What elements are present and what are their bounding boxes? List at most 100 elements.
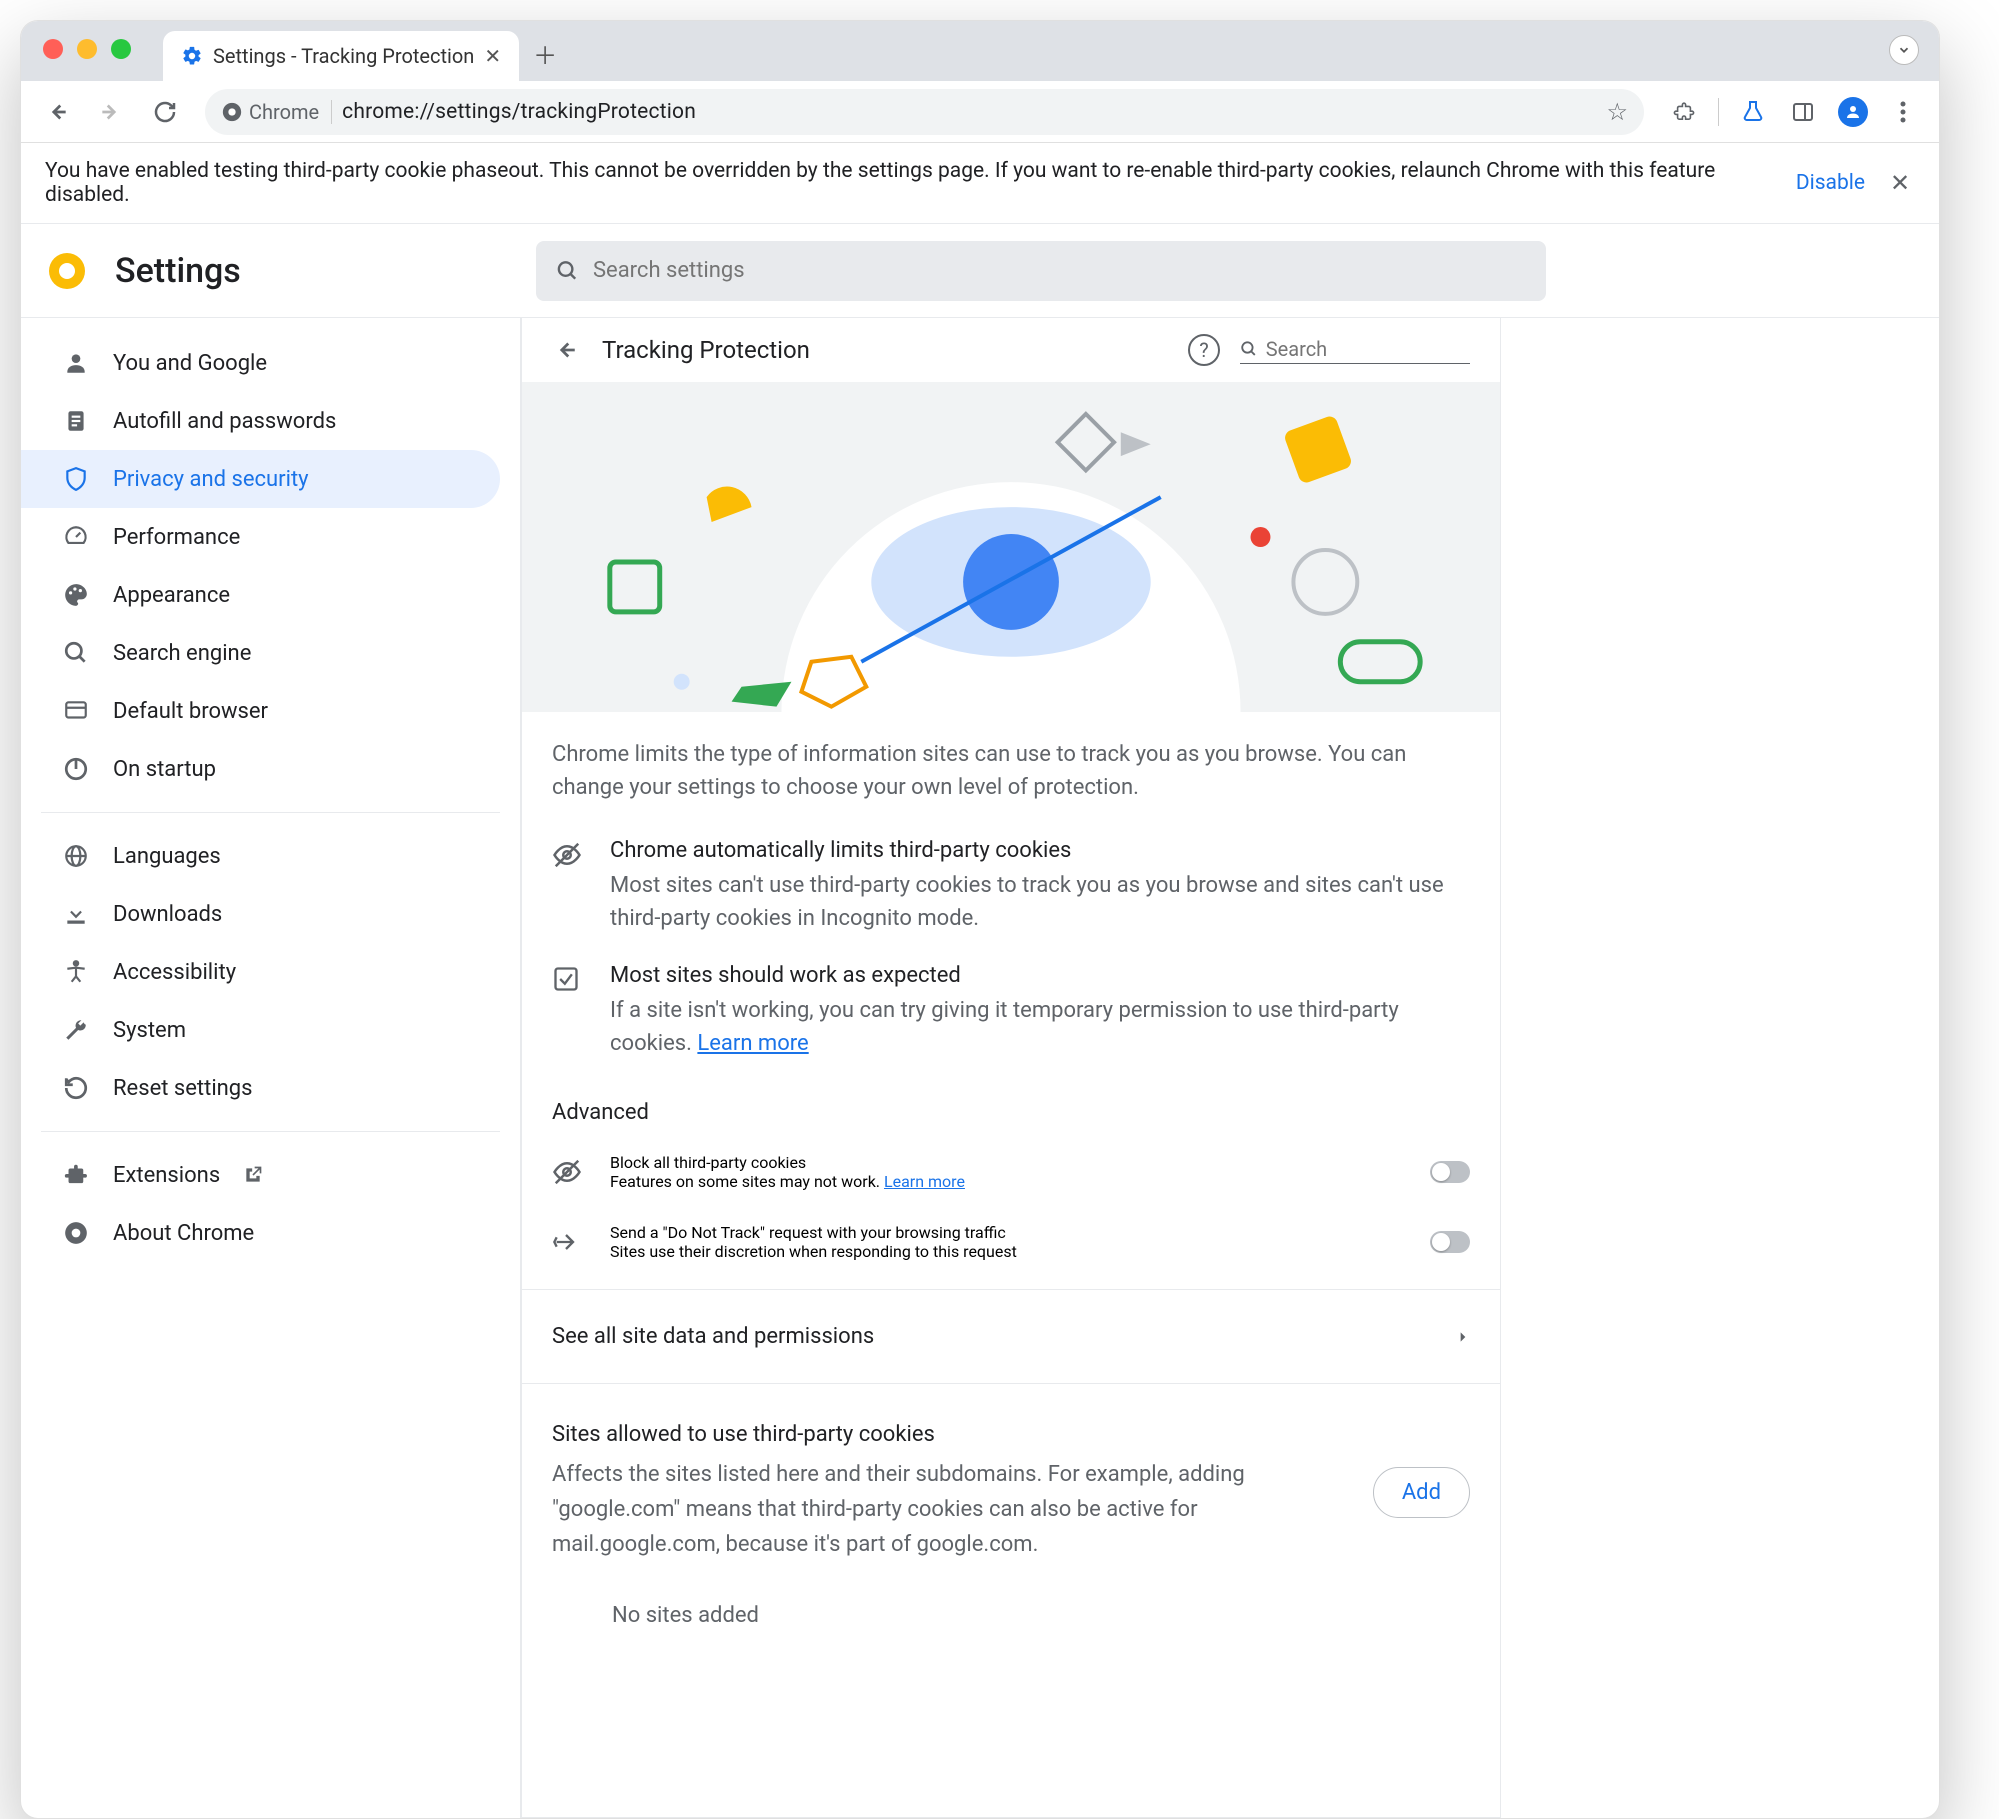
nav-system[interactable]: System bbox=[21, 1001, 500, 1059]
learn-more-link[interactable]: Learn more bbox=[884, 1172, 965, 1191]
nav-label: Accessibility bbox=[113, 960, 236, 985]
nav-default-browser[interactable]: Default browser bbox=[21, 682, 500, 740]
palette-icon bbox=[61, 580, 91, 610]
search-icon bbox=[61, 638, 91, 668]
nav-search-engine[interactable]: Search engine bbox=[21, 624, 500, 682]
extensions-button[interactable] bbox=[1662, 90, 1706, 134]
tab-close-button[interactable]: ✕ bbox=[484, 44, 501, 68]
puzzle-icon bbox=[61, 1160, 91, 1190]
do-not-track-toggle[interactable] bbox=[1430, 1231, 1470, 1253]
nav-downloads[interactable]: Downloads bbox=[21, 885, 500, 943]
toggle-desc: Sites use their discretion when respondi… bbox=[610, 1242, 1406, 1261]
content-search-input[interactable] bbox=[1266, 337, 1470, 361]
site-info-button[interactable]: Chrome bbox=[221, 100, 332, 124]
infobar-close-button[interactable]: ✕ bbox=[1885, 169, 1915, 197]
nav-label: Default browser bbox=[113, 699, 268, 724]
search-icon bbox=[1240, 339, 1258, 359]
nav-label: Downloads bbox=[113, 902, 222, 927]
chrome-logo-icon bbox=[221, 101, 243, 123]
back-button[interactable] bbox=[35, 90, 79, 134]
nav-languages[interactable]: Languages bbox=[21, 827, 500, 885]
back-arrow-button[interactable] bbox=[552, 337, 582, 363]
infobar-text: You have enabled testing third-party coo… bbox=[45, 159, 1776, 207]
add-site-button[interactable]: Add bbox=[1373, 1467, 1470, 1518]
nav-label: You and Google bbox=[113, 351, 267, 376]
divider bbox=[522, 1383, 1500, 1384]
content-card: Tracking Protection ? bbox=[521, 318, 1501, 1818]
nav-privacy[interactable]: Privacy and security bbox=[21, 450, 500, 508]
nav-divider bbox=[41, 812, 500, 813]
info-sites-work: Most sites should work as expected If a … bbox=[522, 955, 1500, 1080]
nav-performance[interactable]: Performance bbox=[21, 508, 500, 566]
url-text: chrome://settings/trackingProtection bbox=[342, 100, 696, 124]
advanced-label: Advanced bbox=[522, 1080, 1500, 1137]
nav-label: Privacy and security bbox=[113, 467, 309, 492]
restore-icon bbox=[61, 1073, 91, 1103]
all-site-data-row[interactable]: See all site data and permissions bbox=[522, 1302, 1500, 1371]
nav-label: System bbox=[113, 1018, 186, 1043]
profile-button[interactable] bbox=[1831, 90, 1875, 134]
eye-off-icon bbox=[552, 1157, 586, 1187]
toolbar-actions bbox=[1662, 90, 1925, 134]
content-search[interactable] bbox=[1240, 337, 1470, 364]
nav-label: Extensions bbox=[113, 1163, 220, 1188]
new-tab-button[interactable]: ＋ bbox=[533, 36, 557, 81]
window-controls bbox=[43, 39, 131, 59]
clipboard-icon bbox=[61, 406, 91, 436]
browser-icon bbox=[61, 696, 91, 726]
tabs-dropdown-button[interactable] bbox=[1889, 35, 1919, 65]
divider bbox=[522, 1289, 1500, 1290]
infobar-disable-link[interactable]: Disable bbox=[1796, 171, 1865, 195]
info-desc: Most sites can't use third-party cookies… bbox=[610, 869, 1470, 935]
wrench-icon bbox=[61, 1015, 91, 1045]
nav-label: Languages bbox=[113, 844, 221, 869]
chevron-right-icon bbox=[1456, 1330, 1470, 1344]
tab-title: Settings - Tracking Protection bbox=[213, 44, 474, 68]
maximize-window-button[interactable] bbox=[111, 39, 131, 59]
close-window-button[interactable] bbox=[43, 39, 63, 59]
info-title: Most sites should work as expected bbox=[610, 963, 1470, 988]
forward-button[interactable] bbox=[89, 90, 133, 134]
nav-label: Reset settings bbox=[113, 1076, 253, 1101]
browser-tab[interactable]: Settings - Tracking Protection ✕ bbox=[163, 31, 519, 81]
speedometer-icon bbox=[61, 522, 91, 552]
settings-search-input[interactable] bbox=[593, 258, 1526, 283]
person-icon bbox=[61, 348, 91, 378]
settings-search[interactable] bbox=[536, 241, 1546, 301]
search-icon bbox=[556, 259, 579, 283]
nav-about[interactable]: About Chrome bbox=[21, 1204, 500, 1262]
nav-on-startup[interactable]: On startup bbox=[21, 740, 500, 798]
address-bar[interactable]: Chrome chrome://settings/trackingProtect… bbox=[205, 89, 1644, 135]
nav-extensions[interactable]: Extensions bbox=[21, 1146, 500, 1204]
nav-label: On startup bbox=[113, 757, 216, 782]
globe-icon bbox=[61, 841, 91, 871]
help-button[interactable]: ? bbox=[1188, 334, 1220, 366]
labs-button[interactable] bbox=[1731, 90, 1775, 134]
bookmark-button[interactable]: ☆ bbox=[1606, 98, 1628, 126]
row-label: See all site data and permissions bbox=[552, 1324, 1456, 1349]
toggle-desc: Features on some sites may not work. bbox=[610, 1172, 884, 1191]
send-icon bbox=[552, 1228, 586, 1256]
nav-reset[interactable]: Reset settings bbox=[21, 1059, 500, 1117]
minimize-window-button[interactable] bbox=[77, 39, 97, 59]
nav-accessibility[interactable]: Accessibility bbox=[21, 943, 500, 1001]
chrome-icon bbox=[61, 1218, 91, 1248]
menu-button[interactable] bbox=[1881, 90, 1925, 134]
nav-you-and-google[interactable]: You and Google bbox=[21, 334, 500, 392]
info-title: Chrome automatically limits third-party … bbox=[610, 838, 1470, 863]
nav-label: About Chrome bbox=[113, 1221, 254, 1246]
separator bbox=[1718, 98, 1719, 126]
download-icon bbox=[61, 899, 91, 929]
nav-autofill[interactable]: Autofill and passwords bbox=[21, 392, 500, 450]
app-body: You and Google Autofill and passwords Pr… bbox=[21, 318, 1939, 1818]
nav-divider bbox=[41, 1131, 500, 1132]
learn-more-link[interactable]: Learn more bbox=[697, 1031, 808, 1056]
reload-button[interactable] bbox=[143, 90, 187, 134]
nav-appearance[interactable]: Appearance bbox=[21, 566, 500, 624]
sidebar: You and Google Autofill and passwords Pr… bbox=[21, 318, 521, 1818]
power-icon bbox=[61, 754, 91, 784]
side-panel-button[interactable] bbox=[1781, 90, 1825, 134]
settings-app: Settings You and Google Autofill and pas… bbox=[21, 224, 1939, 1818]
toggle-do-not-track: Send a "Do Not Track" request with your … bbox=[522, 1207, 1500, 1277]
block-cookies-toggle[interactable] bbox=[1430, 1161, 1470, 1183]
